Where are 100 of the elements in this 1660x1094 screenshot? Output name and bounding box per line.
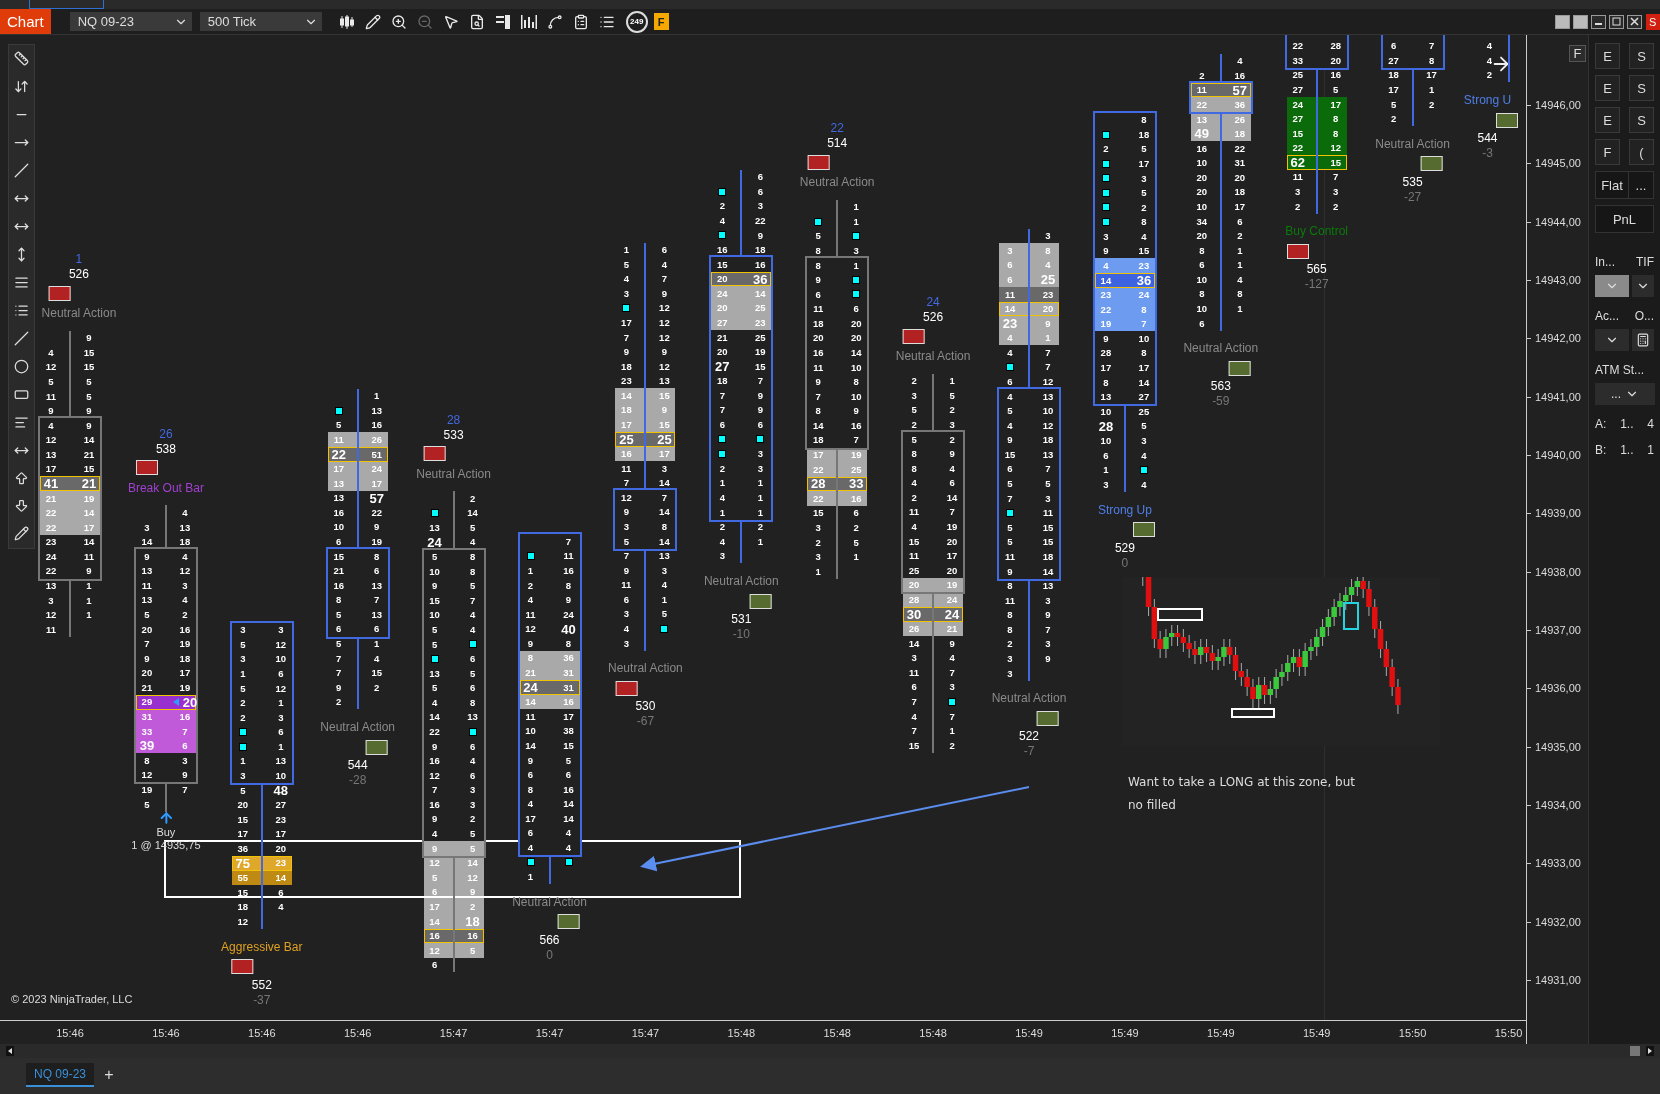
bid-volume: 3 [815,522,821,533]
bid-volume: 14 [1100,275,1112,286]
bid-volume: 7 [336,653,342,664]
maximize-button[interactable] [1609,14,1624,29]
ask-volume: 4 [1237,274,1243,285]
ask-volume: 18 [1234,187,1246,197]
ask-volume: 17 [83,522,95,533]
order-button[interactable]: E [1595,107,1620,133]
ask-volume: 2 [1237,231,1243,241]
time-label: 15:50 [1398,1027,1427,1039]
ask-volume: 24 [371,464,382,474]
flag-button[interactable]: F [653,13,669,30]
field-label: ATM St... [1595,363,1645,377]
order-button[interactable]: S [1629,107,1654,133]
order-button[interactable]: S [1629,43,1654,69]
order-button[interactable]: E [1595,75,1620,101]
layout-button[interactable] [1555,14,1570,29]
ask-volume: 1 [757,507,763,518]
bid-volume: 33 [1292,55,1303,66]
minimize-button[interactable] [1591,14,1606,29]
layout-button[interactable] [1573,14,1588,29]
bid-volume: 2 [1390,114,1397,124]
bid-volume: 7 [623,551,630,561]
price-label: 14934,00 [1535,798,1581,811]
corner-button[interactable]: F [1569,45,1586,62]
ask-volume: 1 [661,594,668,605]
ask-volume: 14 [946,492,958,503]
add-tab-button[interactable]: + [98,1063,121,1087]
ask-volume: 21 [81,477,97,491]
tif-select[interactable] [1632,275,1654,297]
scroll-right-button[interactable] [1646,1046,1654,1056]
ask-volume: 9 [565,595,572,605]
ask-volume: 17 [371,478,382,489]
ask-volume: 20 [850,333,862,343]
ask-volume: 4 [1141,231,1147,242]
bid-volume: 1 [240,668,246,679]
bid-volume: 5 [815,231,821,241]
ask-volume: 4 [278,902,284,912]
bar-volume: 531 [731,612,752,628]
scrollbar[interactable] [0,1044,1660,1058]
ask-volume: 25 [755,303,766,313]
ask-volume: 18 [1234,129,1246,139]
bid-volume: 25 [619,432,634,446]
order-button[interactable]: E [1595,43,1620,69]
pnl-button[interactable]: PnL [1595,205,1654,233]
ask-volume: 5 [1045,479,1051,489]
ask-volume: 17 [1138,363,1150,373]
bar-label: Strong U [1463,92,1512,110]
ask-volume: 1 [757,536,763,547]
ask-volume: 1 [757,492,763,503]
ask-volume: 1 [757,478,763,488]
bid-volume: 7 [911,696,917,707]
bid-volume: 11 [525,609,536,620]
bid-volume: 9 [623,507,630,517]
ask-volume: 13 [659,551,670,561]
order-button[interactable]: F [1595,139,1620,165]
bid-volume: 9 [623,565,630,576]
ask-volume: 25 [850,464,862,475]
price-label: 14946,00 [1535,99,1581,111]
bid-volume: 19 [141,784,153,795]
ask-volume: 9 [661,288,668,299]
ask-volume: 24 [563,609,574,620]
interval-dropdown[interactable]: 500 Tick [199,12,322,31]
bid-volume: 5 [623,536,630,547]
ask-volume: 3 [469,785,476,795]
order-button[interactable]: S [1629,75,1654,101]
ask-volume: 31 [1234,158,1246,168]
bid-volume: 10 [429,566,440,577]
close-icon [1630,17,1639,26]
bid-volume: 1 [815,566,821,577]
instrument-dropdown[interactable]: NQ 09-23 [69,12,192,31]
bar-counter[interactable]: 249 [625,10,648,33]
bid-volume: 14 [621,390,632,401]
bid-volume: 3 [1103,479,1109,490]
ask-volume: 6 [374,624,380,634]
ask-volume: 1 [86,595,92,606]
ask-volume: 18 [179,537,191,547]
scroll-left-button[interactable] [6,1046,14,1056]
chart-canvas[interactable] [0,35,1526,1020]
more-button[interactable]: ... [1629,172,1653,198]
instrument-tab[interactable]: NQ 09-23 [26,1063,95,1087]
order-button[interactable]: ( [1629,139,1654,165]
bid-volume: 4 [527,842,534,853]
bid-volume: 4 [623,624,630,634]
ask-volume: 28 [1330,41,1341,51]
close-button[interactable] [1627,14,1642,29]
bid-volume: 75 [235,856,251,870]
corner-tab[interactable]: S [1646,13,1660,30]
bid-volume: 6 [1007,274,1013,285]
ask-volume: 3 [278,625,284,635]
bid-volume: 5 [240,683,246,694]
bid-volume: 11 [1292,172,1303,182]
atm-select[interactable]: ... [1595,383,1655,405]
scroll-thumb[interactable] [1630,1046,1640,1056]
ask-volume: 7 [1045,464,1051,474]
bid-volume: 8 [815,260,821,271]
bid-volume: 16 [333,580,344,591]
ask-volume: 3 [661,463,668,474]
ask-volume: 14 [659,536,670,547]
calculator-button[interactable] [1632,329,1654,351]
